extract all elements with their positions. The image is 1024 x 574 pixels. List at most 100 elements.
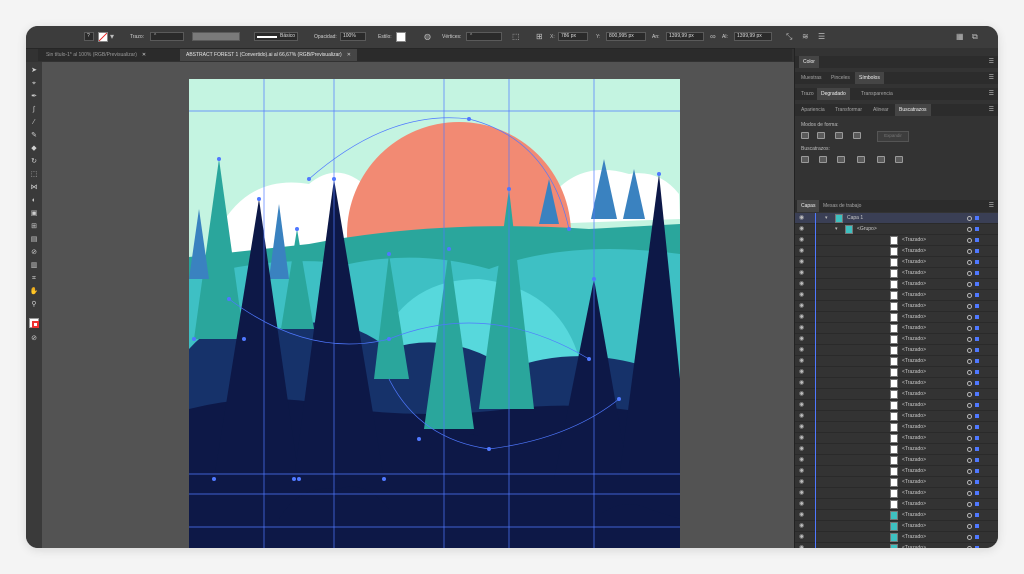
panel-menu-icon[interactable]: ☰ [989,200,994,212]
crop-button[interactable] [857,156,865,163]
selection-indicator[interactable] [975,216,979,220]
selection-indicator[interactable] [975,370,979,374]
eye-icon[interactable]: ◉ [799,512,804,519]
exclude-button[interactable] [853,132,861,139]
eye-icon[interactable]: ◉ [799,479,804,486]
target-icon[interactable] [967,535,972,540]
selection-indicator[interactable] [975,293,979,297]
merge-button[interactable] [837,156,845,163]
layer-row-trazado[interactable]: ◉ <Trazado> [795,290,998,301]
minus-front-button[interactable] [817,132,825,139]
selection-tool-icon[interactable]: ➤ [29,66,39,76]
layer-row-trazado[interactable]: ◉ <Trazado> [795,389,998,400]
target-icon[interactable] [967,546,972,548]
layer-row-trazado[interactable]: ◉ <Trazado> [795,510,998,521]
tab-layers[interactable]: Capas [797,200,820,212]
selection-indicator[interactable] [975,502,979,506]
perspective-tool-icon[interactable]: ▣ [29,209,39,219]
layer-row-trazado[interactable]: ◉ <Trazado> [795,400,998,411]
minus-back-button[interactable] [895,156,903,163]
eyedropper-tool-icon[interactable]: ⊘ [29,248,39,258]
selection-indicator[interactable] [975,524,979,528]
stroke-swatch-icon[interactable] [98,31,108,42]
target-icon[interactable] [967,359,972,364]
target-icon[interactable] [967,480,972,485]
tab-transparency[interactable]: Transparencia [857,88,897,100]
selection-indicator[interactable] [975,249,979,253]
layer-row-trazado[interactable]: ◉ <Trazado> [795,466,998,477]
mesh-tool-icon[interactable]: ⊞ [29,222,39,232]
tab-abstract-forest[interactable]: ABSTRACT FOREST 1 (Convertido).ai al 66,… [180,49,357,61]
eye-icon[interactable]: ◉ [799,413,804,420]
curvature-tool-icon[interactable]: ∫ [29,105,39,115]
target-icon[interactable] [967,271,972,276]
eye-icon[interactable]: ◉ [799,347,804,354]
layer-row-trazado[interactable]: ◉ <Trazado> [795,521,998,532]
selection-indicator[interactable] [975,403,979,407]
selection-indicator[interactable] [975,546,979,548]
selection-indicator[interactable] [975,227,979,231]
width-tool-icon[interactable]: ⋈ [29,183,39,193]
eye-icon[interactable]: ◉ [799,490,804,497]
target-icon[interactable] [967,227,972,232]
eye-icon[interactable]: ◉ [799,292,804,299]
selection-indicator[interactable] [975,392,979,396]
selection-indicator[interactable] [975,436,979,440]
layer-row-trazado[interactable]: ◉ <Trazado> [795,444,998,455]
target-icon[interactable] [967,216,972,221]
tab-gradient[interactable]: Degradado [817,88,850,100]
layer-row-trazado[interactable]: ◉ <Trazado> [795,334,998,345]
layer-row-trazado[interactable]: ◉ <Trazado> [795,246,998,257]
outline-button[interactable] [877,156,885,163]
selection-indicator[interactable] [975,271,979,275]
trim-button[interactable] [819,156,827,163]
variable-width-profile[interactable] [192,31,240,42]
tab-artboards[interactable]: Mesas de trabajo [819,200,865,212]
selection-indicator[interactable] [975,469,979,473]
close-icon[interactable]: ✕ [142,52,146,58]
intersect-button[interactable] [835,132,843,139]
eraser-tool-icon[interactable]: ◆ [29,144,39,154]
selection-indicator[interactable] [975,513,979,517]
group-icon[interactable]: ? [84,31,94,42]
target-icon[interactable] [967,260,972,265]
x-input[interactable]: 786 px [558,31,588,42]
selection-indicator[interactable] [975,282,979,286]
paintbrush-tool-icon[interactable]: ⁄ [29,118,39,128]
eye-icon[interactable]: ◉ [799,358,804,365]
isolate-icon[interactable]: ⤡ [786,31,792,42]
target-icon[interactable] [967,469,972,474]
stroke-weight-input[interactable]: ⌃ [150,31,184,42]
chevron-down-icon[interactable]: ▾ [835,226,838,232]
selection-indicator[interactable] [975,337,979,341]
layer-row-trazado[interactable]: ◉ <Trazado> [795,543,998,548]
target-icon[interactable] [967,491,972,496]
tab-stroke[interactable]: Trazo [797,88,818,100]
eye-icon[interactable]: ◉ [799,336,804,343]
target-icon[interactable] [967,348,972,353]
hand-tool-icon[interactable]: ✋ [29,287,39,297]
arrange-documents-icon[interactable]: ▦ [956,31,964,42]
tab-pathfinder[interactable]: Buscatrazos [895,104,931,116]
target-icon[interactable] [967,502,972,507]
eye-icon[interactable]: ◉ [799,468,804,475]
arrange-icon[interactable]: ≋ [802,31,809,42]
layer-row-trazado[interactable]: ◉ <Trazado> [795,378,998,389]
eye-icon[interactable]: ◉ [799,446,804,453]
zoom-tool-icon[interactable]: ⚲ [29,300,39,310]
eye-icon[interactable]: ◉ [799,325,804,332]
layer-row-trazado[interactable]: ◉ <Trazado> [795,356,998,367]
eye-icon[interactable]: ◉ [799,391,804,398]
target-icon[interactable] [967,304,972,309]
tab-appearance[interactable]: Apariencia [797,104,829,116]
opacity-input[interactable]: 100% [340,31,366,42]
panel-toggle-icon[interactable]: ⧉ [972,31,978,42]
eye-icon[interactable]: ◉ [799,314,804,321]
selection-indicator[interactable] [975,238,979,242]
fill-swatch-icon[interactable]: ▾ [110,31,114,42]
layer-row-trazado[interactable]: ◉ <Trazado> [795,235,998,246]
tab-transform[interactable]: Transformar [831,104,866,116]
target-icon[interactable] [967,458,972,463]
rotate-tool-icon[interactable]: ↻ [29,157,39,167]
gradient-tool-icon[interactable]: ▤ [29,235,39,245]
